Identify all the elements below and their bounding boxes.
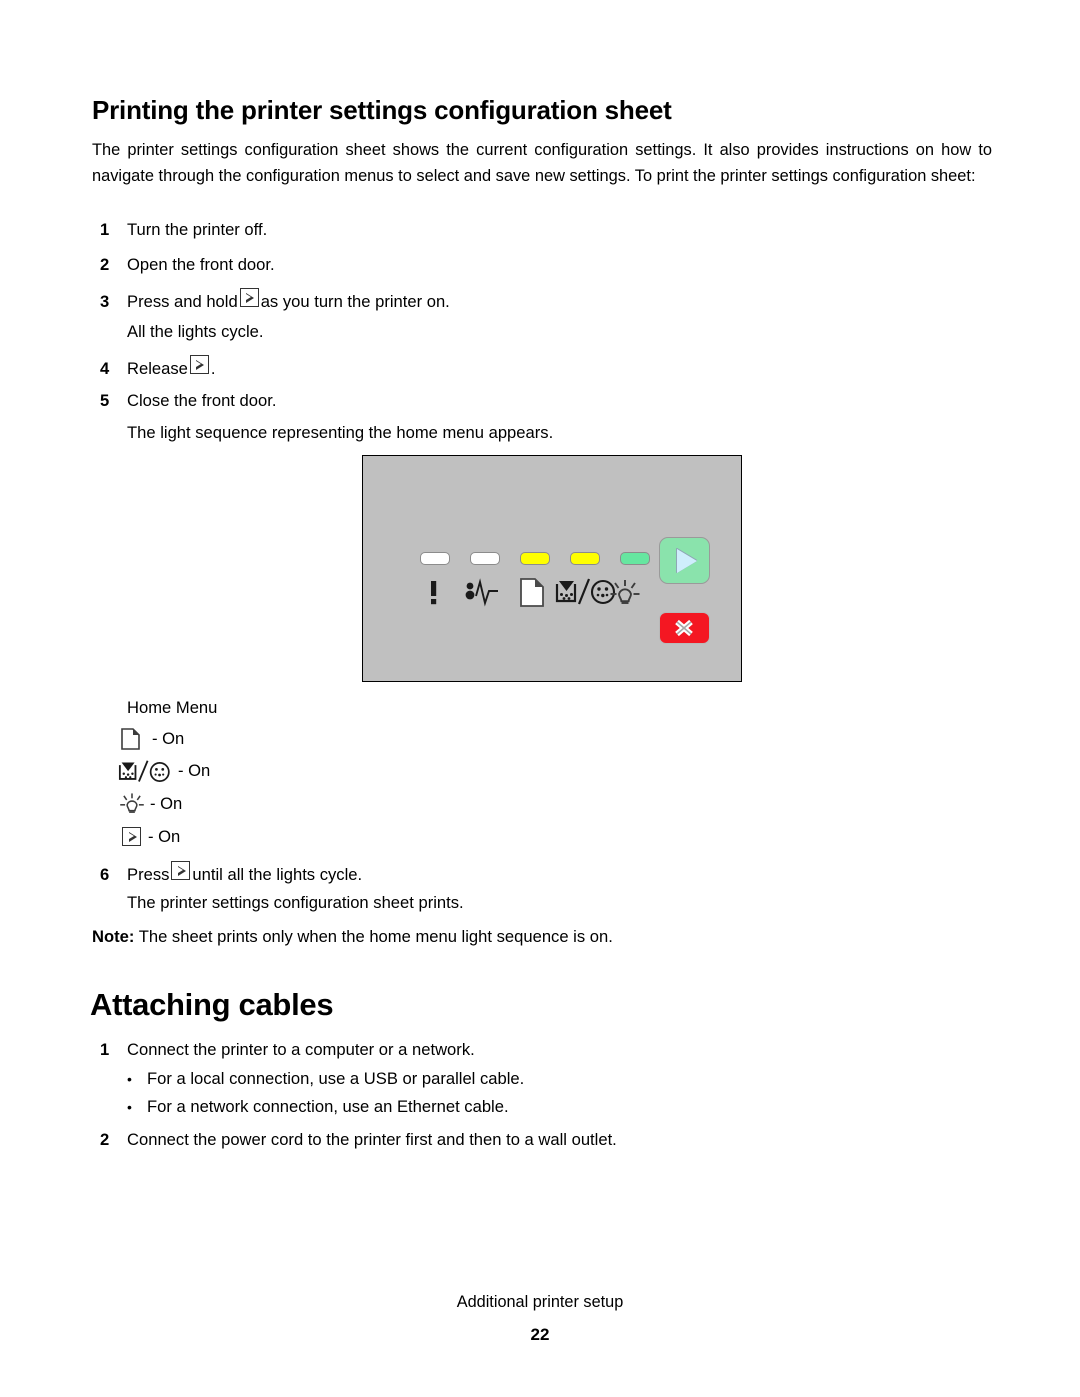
footer-chapter: Additional printer setup	[456, 1293, 624, 1311]
legend-title: Home Menu	[127, 698, 218, 717]
step-text-before: Release	[127, 359, 188, 378]
legend-row-ready: - On	[118, 793, 182, 815]
step-number: 6	[100, 865, 110, 884]
document-page: Printing the printer settings configurat…	[0, 0, 1080, 1397]
bullet-dot-icon: •	[127, 1099, 132, 1115]
step-number: 4	[100, 359, 110, 378]
step-number: 1	[100, 220, 110, 239]
step-3: 3 Press and hold as you turn the printer…	[100, 288, 450, 313]
cable-step-1: 1 Connect the printer to a computer or a…	[100, 1039, 475, 1061]
section-heading-attaching-cables: Attaching cables	[90, 987, 334, 1022]
step-3-result: All the lights cycle.	[127, 322, 264, 341]
cable-bullet-2: • For a network connection, use an Ether…	[127, 1096, 509, 1118]
cable-step-2: 2 Connect the power cord to the printer …	[100, 1129, 617, 1151]
step-text: Open the front door.	[127, 255, 275, 274]
step-number: 1	[100, 1040, 110, 1059]
lightbulb-icon	[609, 577, 645, 607]
step-text: Turn the printer off.	[127, 220, 268, 239]
step-number: 2	[100, 1130, 110, 1149]
note-label: Note:	[92, 927, 135, 946]
step-text: Close the front door.	[127, 391, 277, 410]
continue-key-icon	[171, 861, 191, 880]
step-6-result: The printer settings configuration sheet…	[127, 893, 464, 912]
error-led	[420, 552, 450, 565]
legend-state: - On	[152, 729, 185, 748]
legend-state: - On	[178, 761, 211, 780]
step-text-after: until all the lights cycle.	[192, 865, 363, 884]
lightbulb-icon	[118, 793, 148, 815]
step-text: Connect the power cord to the printer fi…	[127, 1130, 617, 1149]
cable-bullet-1: • For a local connection, use a USB or p…	[127, 1068, 524, 1090]
paper-icon	[519, 577, 555, 607]
load-paper-led	[520, 552, 550, 565]
exclamation-icon	[418, 578, 454, 608]
step-number: 2	[100, 255, 110, 274]
footer-page-number: 22	[530, 1325, 550, 1344]
bullet-text: For a local connection, use a USB or par…	[147, 1069, 525, 1088]
step-5-result: The light sequence representing the home…	[127, 423, 554, 442]
paper-icon	[120, 728, 150, 750]
continue-button[interactable]	[659, 537, 710, 584]
bullet-text: For a network connection, use an Etherne…	[147, 1097, 509, 1116]
ready-led	[620, 552, 650, 565]
step-number: 3	[100, 292, 110, 311]
cross-x-icon	[675, 619, 693, 637]
step-number: 5	[100, 391, 110, 410]
step-4: 4 Release .	[100, 355, 216, 380]
step-5: 5 Close the front door.	[100, 390, 276, 412]
continue-key-icon	[239, 288, 259, 307]
step-6: 6 Press until all the lights cycle.	[100, 861, 362, 886]
step-text-after: as you turn the printer on.	[260, 292, 450, 311]
paper-jam-led	[470, 552, 500, 565]
control-panel-figure	[362, 455, 742, 682]
step-1: 1 Turn the printer off.	[100, 219, 267, 241]
continue-key-icon	[122, 826, 146, 848]
play-triangle-icon	[677, 549, 697, 573]
legend-row-toner: - On	[116, 760, 210, 782]
cancel-button[interactable]	[659, 612, 710, 644]
toner-cartridge-icon	[116, 760, 172, 782]
step-2: 2 Open the front door.	[100, 254, 275, 276]
note-text: The sheet prints only when the home menu…	[138, 927, 613, 946]
toner-cartridge-icon	[555, 576, 617, 606]
step-text-before: Press and hold	[127, 292, 238, 311]
bullet-dot-icon: •	[127, 1071, 132, 1087]
legend-state: - On	[150, 794, 183, 813]
continue-key-icon	[189, 355, 209, 374]
legend-row-paper: - On	[120, 728, 184, 750]
page-title: Printing the printer settings configurat…	[92, 95, 672, 125]
legend-state: - On	[148, 827, 181, 846]
intro-paragraph: The printer settings configuration sheet…	[92, 141, 992, 185]
step-text-after: .	[210, 359, 216, 378]
step-text: Connect the printer to a computer or a n…	[127, 1040, 475, 1059]
legend-row-continue: - On	[122, 826, 180, 848]
paper-jam-icon	[465, 578, 501, 608]
step-text-before: Press	[127, 865, 170, 884]
toner-led	[570, 552, 600, 565]
note-block: Note: The sheet prints only when the hom…	[92, 927, 613, 947]
